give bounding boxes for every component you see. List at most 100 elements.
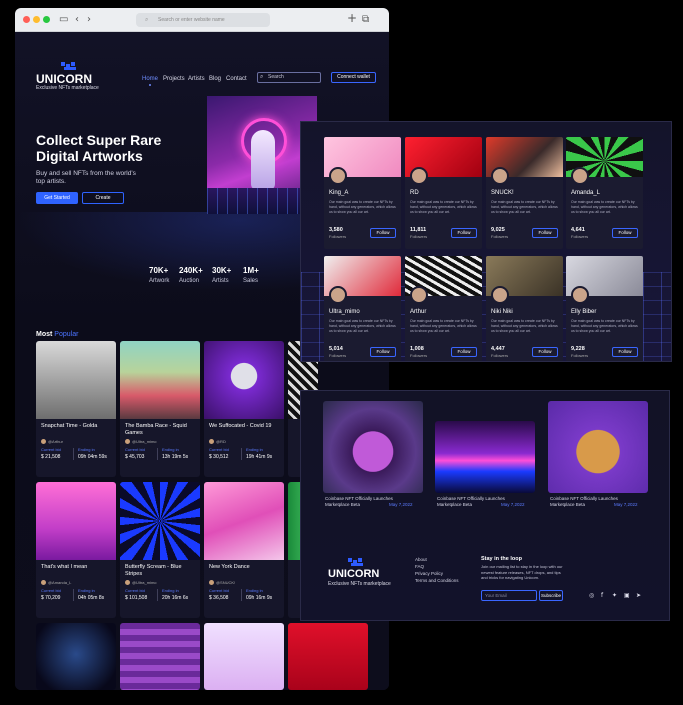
telegram-icon[interactable]: ➤ — [636, 592, 641, 600]
create-button[interactable]: Create — [82, 192, 124, 204]
followers-label: Followers — [329, 353, 347, 358]
footer-link-about[interactable]: About — [415, 557, 427, 562]
nav-artists[interactable]: Artists — [188, 76, 205, 82]
avatar — [410, 167, 428, 185]
nft-title: That's what I mean — [41, 564, 88, 570]
close-window-button[interactable] — [23, 16, 30, 23]
new-tab-icon[interactable]: + — [347, 11, 357, 25]
nft-card[interactable]: We Suffocated - Covid 19 @RD Current bid… — [204, 341, 284, 477]
footer-link-terms[interactable]: Terms and Conditions — [415, 578, 459, 583]
maximize-window-button[interactable] — [43, 16, 50, 23]
facebook-icon[interactable]: f — [601, 592, 603, 600]
follow-button[interactable]: Follow — [612, 347, 638, 357]
nft-card[interactable]: The Bamba Race - Squid Games @Ultra_mimo… — [120, 341, 200, 477]
subscribe-button[interactable]: Subscribe — [539, 590, 563, 601]
nft-card[interactable]: That's what I mean @Amanda_L Current bid… — [36, 482, 116, 618]
avatar — [329, 167, 347, 185]
divider — [73, 589, 74, 601]
linkedin-icon[interactable]: ▣ — [624, 592, 630, 600]
blog-post-date: May 7,2022 — [614, 502, 638, 507]
artist-description: Our main goal was to create our NFTs by … — [329, 200, 396, 214]
nav-contact[interactable]: Contact — [226, 76, 247, 82]
artist-card[interactable]: Niki Niki Our main goal was to create ou… — [486, 256, 563, 361]
site-logo[interactable]: UNICORN — [36, 72, 92, 86]
ending-value: 13h 19m 5s — [162, 454, 189, 460]
nft-card[interactable]: New York Dance @SNUCK! Current bid Endin… — [204, 482, 284, 618]
blog-post-date: May 7,2022 — [389, 502, 413, 507]
nft-card[interactable] — [288, 623, 368, 690]
stat-value: 240K+ — [179, 266, 203, 275]
avatar — [410, 286, 428, 304]
search-input[interactable]: ⌕ Search — [257, 72, 321, 83]
artist-description: Our main goal was to create our NFTs by … — [571, 200, 638, 214]
nft-title: The Bamba Race - Squid Games — [125, 423, 187, 436]
stat-artists: 30K+ Artists — [212, 266, 231, 284]
follow-button[interactable]: Follow — [451, 228, 477, 238]
footer-link-privacy[interactable]: Privacy Policy — [415, 571, 443, 576]
avatar — [125, 580, 130, 586]
follow-button[interactable]: Follow — [370, 347, 396, 357]
nav-projects[interactable]: Projects — [163, 76, 185, 82]
artist-name: Ultra_mimo — [329, 309, 360, 315]
followers-count: 4,447 — [491, 346, 505, 352]
address-bar[interactable]: ⌕ Search or enter website name — [136, 13, 270, 27]
email-input[interactable]: Your Email — [481, 590, 537, 601]
artist-card[interactable]: SNUCK! Our main goal was to create our N… — [486, 137, 563, 249]
connect-wallet-button[interactable]: Connect wallet — [331, 72, 376, 83]
nft-image — [120, 623, 200, 690]
nft-card[interactable] — [204, 623, 284, 690]
artist-card[interactable]: Amanda_L Our main goal was to create our… — [566, 137, 643, 249]
twitter-icon[interactable]: ✦ — [612, 592, 617, 600]
follow-button[interactable]: Follow — [451, 347, 477, 357]
nft-card[interactable] — [120, 623, 200, 690]
artist-card[interactable]: King_A Our main goal was to create our N… — [324, 137, 401, 249]
artist-card[interactable]: Arthur Our main goal was to create our N… — [405, 256, 482, 361]
follow-button[interactable]: Follow — [612, 228, 638, 238]
current-bid-value: $ 70,209 — [41, 595, 61, 601]
section-title-a: Most — [36, 331, 53, 338]
followers-count: 3,580 — [329, 227, 343, 233]
artist-card[interactable]: RD Our main goal was to create our NFTs … — [405, 137, 482, 249]
followers-label: Followers — [571, 234, 589, 239]
nft-owner: @Arthur — [41, 439, 63, 445]
nav-home[interactable]: Home — [142, 76, 158, 82]
nav-blog[interactable]: Blog — [209, 76, 221, 82]
followers-count: 1,008 — [410, 346, 424, 352]
stat-value: 70K+ — [149, 266, 169, 275]
current-bid-label: Current bid — [41, 447, 61, 452]
nft-image — [36, 341, 116, 419]
divider — [157, 448, 158, 460]
artist-card[interactable]: Elly Biber Our main goal was to create o… — [566, 256, 643, 361]
current-bid-label: Current bid — [209, 588, 229, 593]
current-bid-value: $ 101,508 — [125, 595, 148, 601]
nft-image — [120, 482, 200, 560]
followers-label: Followers — [491, 234, 509, 239]
hero-title: Collect Super Rare Digital Artworks — [36, 132, 162, 164]
artist-name: Elly Biber — [571, 309, 597, 315]
followers-label: Followers — [491, 353, 509, 358]
sidebar-toggle-icon[interactable]: ▭ — [59, 13, 68, 27]
nft-card[interactable]: Snapchat Time - Golda @Arthur Current bi… — [36, 341, 116, 477]
artist-description: Our main goal was to create our NFTs by … — [410, 319, 477, 333]
forward-arrow-icon[interactable]: › — [87, 13, 91, 27]
nft-card[interactable]: Butterfly Scream - Blue Stripes @Ultra_m… — [120, 482, 200, 618]
follow-button[interactable]: Follow — [532, 347, 558, 357]
artist-card[interactable]: Ultra_mimo Our main goal was to create o… — [324, 256, 401, 361]
owner-handle: @Ultra_mimo — [132, 580, 157, 585]
active-nav-indicator — [149, 84, 151, 86]
nft-card[interactable] — [36, 623, 116, 690]
artist-name: Amanda_L — [571, 190, 601, 196]
get-started-button[interactable]: Get Started — [36, 192, 78, 204]
nft-image — [204, 482, 284, 560]
back-arrow-icon[interactable]: ‹ — [75, 13, 79, 27]
owner-handle: @Arthur — [48, 439, 63, 444]
footer-logo[interactable]: UNICORN — [328, 568, 379, 580]
nft-owner: @SNUCK! — [209, 580, 235, 586]
footer-link-faq[interactable]: FAQ — [415, 564, 424, 569]
instagram-icon[interactable]: ◎ — [589, 592, 594, 600]
follow-button[interactable]: Follow — [370, 228, 396, 238]
follow-button[interactable]: Follow — [532, 228, 558, 238]
stat-label: Auction — [179, 278, 200, 284]
tabs-overview-icon[interactable]: ⧉ — [362, 13, 369, 27]
minimize-window-button[interactable] — [33, 16, 40, 23]
